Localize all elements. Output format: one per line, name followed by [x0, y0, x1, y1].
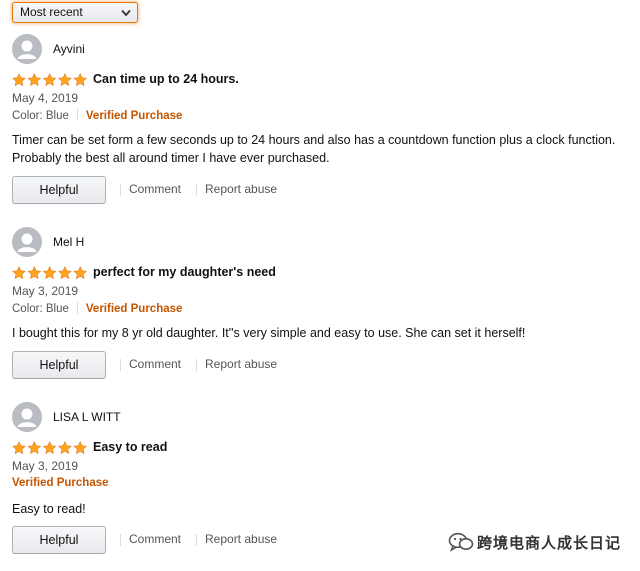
wechat-icon	[448, 532, 474, 552]
comment-link[interactable]: Comment	[129, 182, 181, 196]
helpful-button[interactable]: Helpful	[12, 351, 106, 379]
divider	[120, 359, 121, 371]
reviewer-name[interactable]: Mel H	[53, 235, 84, 249]
report-abuse-link[interactable]: Report abuse	[205, 182, 277, 196]
helpful-button[interactable]: Helpful	[12, 176, 106, 204]
star-icon	[27, 266, 42, 280]
star-icon	[27, 73, 42, 87]
report-abuse-link[interactable]: Report abuse	[205, 532, 277, 546]
reviewer-name[interactable]: LISA L WITT	[53, 410, 121, 424]
review-title[interactable]: Can time up to 24 hours.	[93, 72, 239, 86]
star-icon	[12, 266, 26, 280]
review-body: Timer can be set form a few seconds up t…	[12, 133, 616, 165]
product-variant[interactable]: Color: Blue	[12, 303, 69, 315]
avatar-icon	[12, 34, 42, 64]
star-icon	[12, 73, 26, 87]
verified-purchase-badge: Verified Purchase	[12, 477, 109, 489]
comment-link[interactable]: Comment	[129, 357, 181, 371]
watermark-text: 跨境电商人成长日记	[477, 534, 622, 552]
sort-dropdown-label: Most recent	[20, 5, 83, 19]
star-icon	[73, 73, 88, 87]
star-icon	[42, 441, 57, 455]
review-body: Easy to read!	[12, 502, 86, 516]
watermark: 跨境电商人成长日记	[448, 531, 638, 553]
review-meta: Verified Purchase	[12, 477, 109, 489]
review-date: May 4, 2019	[12, 91, 79, 105]
reviewer-name[interactable]: Ayvini	[53, 42, 85, 56]
divider	[196, 534, 197, 546]
report-abuse-link[interactable]: Report abuse	[205, 357, 277, 371]
star-icon	[73, 441, 88, 455]
review-meta: Color: Blue Verified Purchase	[12, 109, 182, 122]
star-icon	[12, 441, 26, 455]
star-icon	[42, 266, 57, 280]
star-icon	[58, 266, 72, 280]
chevron-down-icon	[121, 9, 131, 17]
star-icon	[27, 441, 42, 455]
star-rating-icon[interactable]	[12, 441, 88, 455]
star-icon	[42, 73, 57, 87]
star-icon	[58, 441, 72, 455]
star-icon	[58, 73, 72, 87]
review-date: May 3, 2019	[12, 459, 79, 473]
review-title[interactable]: Easy to read	[93, 440, 167, 454]
divider	[196, 184, 197, 196]
review-title[interactable]: perfect for my daughter's need	[93, 265, 276, 279]
divider	[120, 184, 121, 196]
review-body: I bought this for my 8 yr old daughter. …	[12, 326, 526, 340]
verified-purchase-badge: Verified Purchase	[85, 110, 183, 122]
star-rating-icon[interactable]	[12, 266, 88, 280]
helpful-button[interactable]: Helpful	[12, 526, 106, 554]
avatar-icon	[12, 227, 42, 257]
divider	[120, 534, 121, 546]
divider	[76, 109, 78, 121]
comment-link[interactable]: Comment	[129, 532, 181, 546]
star-rating-icon[interactable]	[12, 73, 88, 87]
review-date: May 3, 2019	[12, 284, 79, 298]
sort-dropdown[interactable]: Most recent	[12, 2, 138, 23]
review-meta: Color: Blue Verified Purchase	[12, 302, 182, 315]
avatar-icon	[12, 402, 42, 432]
divider	[76, 302, 78, 314]
star-icon	[73, 266, 88, 280]
product-variant[interactable]: Color: Blue	[12, 110, 69, 122]
divider	[196, 359, 197, 371]
verified-purchase-badge: Verified Purchase	[85, 303, 183, 315]
